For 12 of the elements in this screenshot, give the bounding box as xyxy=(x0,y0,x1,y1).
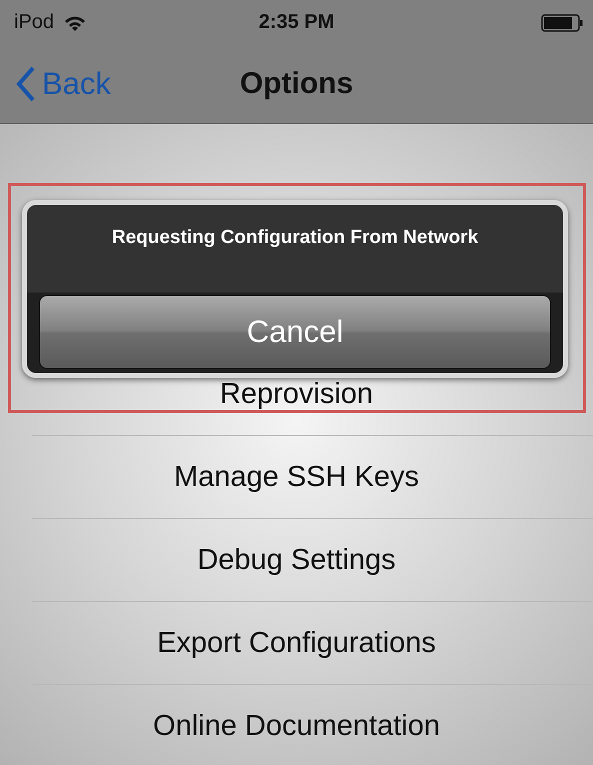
options-row[interactable]: Manage SSH Keys xyxy=(32,436,593,519)
battery-icon xyxy=(541,14,583,32)
wifi-icon xyxy=(64,14,86,30)
options-row[interactable]: Debug Settings xyxy=(32,519,593,602)
options-row[interactable]: Online Documentation xyxy=(32,685,593,765)
chevron-left-icon xyxy=(16,66,36,102)
options-row[interactable]: Export Configurations xyxy=(32,602,593,685)
carrier-label: iPod xyxy=(14,11,54,34)
nav-title: Options xyxy=(240,67,354,101)
alert-message: Requesting Configuration From Network xyxy=(112,227,478,249)
clock-time: 2:35 PM xyxy=(258,11,334,34)
cancel-button[interactable]: Cancel xyxy=(39,295,551,369)
